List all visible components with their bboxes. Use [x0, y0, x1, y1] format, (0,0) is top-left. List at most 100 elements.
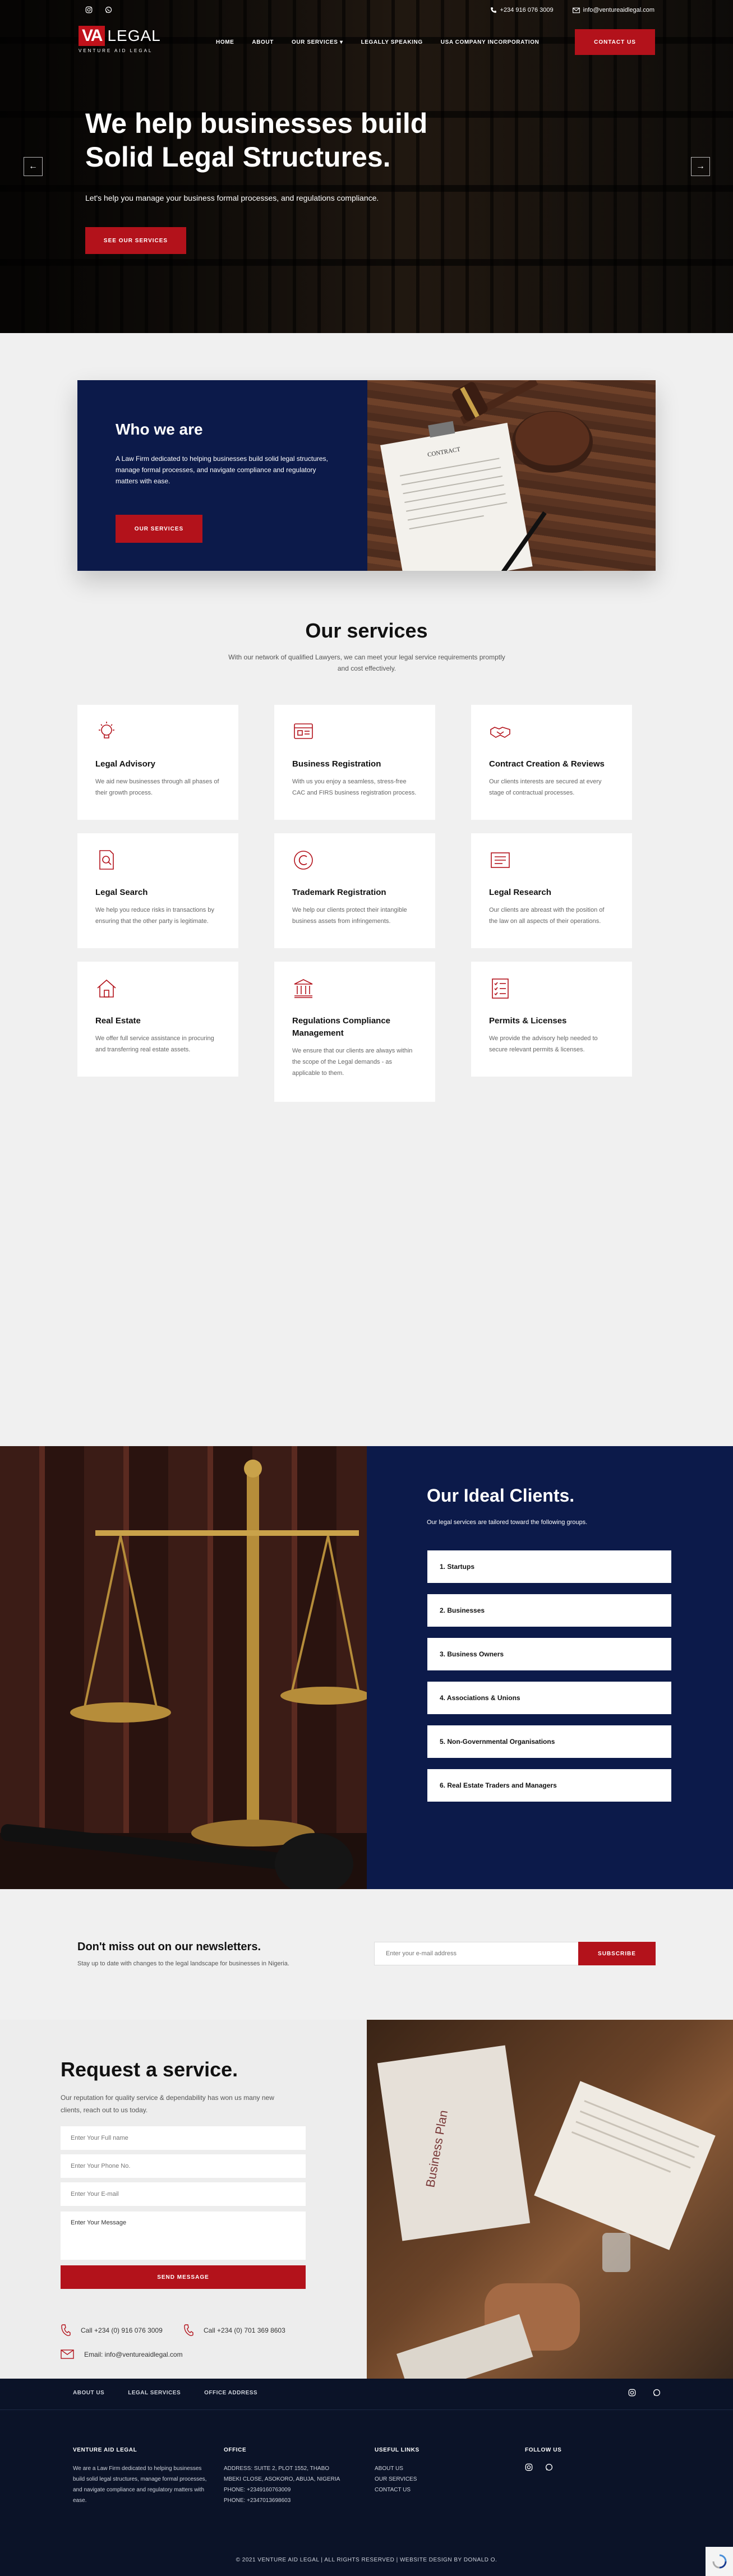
- client-item: 6. Real Estate Traders and Managers: [427, 1769, 671, 1802]
- service-text: We ensure that our clients are always wi…: [292, 1047, 413, 1077]
- request-service-section: Request a service. Our reputation for qu…: [0, 2020, 733, 2379]
- service-text: We help our clients protect their intang…: [292, 907, 407, 925]
- contact-us-button[interactable]: CONTACT US: [575, 29, 655, 55]
- nav-usa-incorporation[interactable]: USA COMPANY INCORPORATION: [441, 39, 540, 45]
- service-text: We provide the advisory help needed to s…: [489, 1035, 598, 1053]
- topbar-social: [85, 6, 112, 15]
- nav-legally-speaking[interactable]: LEGALLY SPEAKING: [361, 39, 423, 45]
- phone-2-text: Call +234 (0) 701 369 8603: [204, 2326, 285, 2334]
- footer-follow-title: FOLLOW US: [525, 2447, 562, 2453]
- instagram-icon[interactable]: [525, 2463, 533, 2475]
- service-title: Business Registration: [292, 759, 381, 769]
- service-card[interactable]: Real Estate We offer full service assist…: [77, 962, 238, 1077]
- service-card[interactable]: Legal Search We help you reduce risks in…: [77, 833, 238, 948]
- services-intro: With our network of qualified Lawyers, w…: [228, 653, 505, 672]
- footer-office-title: OFFICE: [224, 2447, 247, 2453]
- footer-link-about[interactable]: ABOUT US: [375, 2463, 487, 2474]
- whatsapp-icon[interactable]: [545, 2463, 553, 2475]
- contact-phone-1[interactable]: Call +234 (0) 916 076 3009: [61, 2324, 163, 2337]
- instagram-icon[interactable]: [85, 6, 93, 15]
- copyright: © 2021 VENTURE AID LEGAL | ALL RIGHTS RE…: [236, 2557, 497, 2563]
- send-message-button[interactable]: SEND MESSAGE: [61, 2265, 306, 2289]
- our-services-button[interactable]: OUR SERVICES: [116, 515, 202, 543]
- service-card[interactable]: Regulations Compliance Management We ens…: [274, 962, 435, 1102]
- main-nav: HOME ABOUT OUR SERVICES ▾ LEGALLY SPEAKI…: [216, 39, 540, 45]
- slider-next-button[interactable]: →: [691, 157, 710, 176]
- ideal-clients-section: Our Ideal Clients. Our legal services ar…: [0, 1446, 733, 1889]
- contact-phone-2[interactable]: Call +234 (0) 701 369 8603: [183, 2324, 285, 2337]
- phone-icon: [184, 2324, 193, 2337]
- footer-links: USEFUL LINKS ABOUT US OUR SERVICES CONTA…: [375, 2445, 487, 2495]
- who-we-are-section: Who we are A Law Firm dedicated to helpi…: [0, 333, 733, 616]
- see-services-button[interactable]: SEE OUR SERVICES: [85, 227, 186, 254]
- service-text: We aid new businesses through all phases…: [95, 778, 219, 796]
- phone-field[interactable]: [61, 2154, 306, 2178]
- nav-our-services[interactable]: OUR SERVICES ▾: [292, 39, 343, 45]
- service-card[interactable]: Trademark Registration We help our clien…: [274, 833, 435, 948]
- nav-home[interactable]: HOME: [216, 39, 234, 45]
- footer-about-title: VENTURE AID LEGAL: [73, 2447, 137, 2453]
- who-text: A Law Firm dedicated to helping business…: [116, 455, 328, 485]
- topbar-contact: +234 916 076 3009 info@ventureaidlegal.c…: [490, 7, 654, 13]
- client-item: 4. Associations & Unions: [427, 1682, 671, 1714]
- nav-about[interactable]: ABOUT: [252, 39, 274, 45]
- whatsapp-icon[interactable]: [653, 2389, 661, 2399]
- email-field[interactable]: [61, 2182, 306, 2206]
- instagram-icon[interactable]: [628, 2389, 636, 2399]
- service-card[interactable]: Business Registration With us you enjoy …: [274, 705, 435, 820]
- service-card[interactable]: Legal Advisory We aid new businesses thr…: [77, 705, 238, 820]
- client-item: 2. Businesses: [427, 1594, 671, 1627]
- service-card[interactable]: Legal Research Our clients are abreast w…: [471, 833, 632, 948]
- office-line: ADDRESS: SUITE 2, PLOT 1552, THABO: [224, 2466, 330, 2472]
- newsletter-text: Stay up to date with changes to the lega…: [77, 1960, 289, 1967]
- full-name-field[interactable]: [61, 2126, 306, 2150]
- hero-title: We help businesses build Solid Legal Str…: [85, 108, 428, 173]
- phone-1-text: Call +234 (0) 916 076 3009: [81, 2326, 163, 2334]
- contact-email[interactable]: Email: info@ventureaidlegal.com: [61, 2349, 183, 2359]
- footer-nav-legal-services[interactable]: LEGAL SERVICES: [128, 2390, 181, 2396]
- subscribe-button[interactable]: SUBSCRIBE: [578, 1942, 656, 1965]
- lightbulb-icon: [99, 722, 114, 738]
- phone-icon: [490, 7, 496, 13]
- services-section: Our services With our network of qualifi…: [0, 616, 733, 1446]
- mail-icon: [61, 2349, 74, 2359]
- service-title: Permits & Licenses: [489, 1016, 567, 1026]
- service-title: Legal Advisory: [95, 759, 155, 769]
- mail-icon: [572, 7, 580, 13]
- message-field[interactable]: Enter Your Message: [61, 2212, 306, 2260]
- topbar-phone-text: +234 916 076 3009: [500, 7, 554, 13]
- service-text: We offer full service assistance in proc…: [95, 1035, 214, 1053]
- newsletter-title: Don't miss out on our newsletters.: [77, 1941, 261, 1953]
- footer-nav-about[interactable]: ABOUT US: [73, 2390, 104, 2396]
- hero-section: +234 916 076 3009 info@ventureaidlegal.c…: [0, 0, 733, 333]
- footer-divider: [0, 2409, 733, 2410]
- service-card[interactable]: Contract Creation & Reviews Our clients …: [471, 705, 632, 820]
- topbar-phone[interactable]: +234 916 076 3009: [490, 7, 554, 13]
- clients-subtitle: Our legal services are tailored toward t…: [427, 1519, 588, 1526]
- recaptcha-icon: [712, 2554, 726, 2569]
- footer-about-text: We are a Law Firm dedicated to helping b…: [73, 2466, 207, 2504]
- newsletter-email-input[interactable]: [374, 1942, 579, 1965]
- email-text: Email: info@ventureaidlegal.com: [84, 2350, 183, 2358]
- footer-nav-office-address[interactable]: OFFICE ADDRESS: [204, 2390, 257, 2396]
- topbar-email[interactable]: info@ventureaidlegal.com: [572, 7, 654, 13]
- clients-title: Our Ideal Clients.: [427, 1485, 575, 1506]
- services-title: Our services: [305, 619, 428, 642]
- scales-of-justice-image: [0, 1446, 367, 1889]
- building-icon: [294, 979, 313, 998]
- whatsapp-icon[interactable]: [105, 6, 112, 15]
- client-item: 3. Business Owners: [427, 1638, 671, 1670]
- footer-nav: ABOUT US LEGAL SERVICES OFFICE ADDRESS: [73, 2390, 257, 2396]
- service-card[interactable]: Permits & Licenses We provide the adviso…: [471, 962, 632, 1077]
- footer-link-services[interactable]: OUR SERVICES: [375, 2474, 487, 2485]
- book-icon: [491, 852, 510, 868]
- footer-link-contact[interactable]: CONTACT US: [375, 2485, 487, 2495]
- registration-icon: [294, 723, 313, 739]
- site-logo[interactable]: VA LEGAL VENTURE AID LEGAL: [79, 26, 163, 53]
- recaptcha-badge[interactable]: [706, 2547, 733, 2576]
- arrow-right-icon: →: [696, 161, 705, 171]
- service-text: Our clients interests are secured at eve…: [489, 778, 602, 796]
- slider-prev-button[interactable]: ←: [24, 157, 43, 176]
- service-title: Legal Search: [95, 888, 148, 897]
- service-title: Contract Creation & Reviews: [489, 759, 605, 769]
